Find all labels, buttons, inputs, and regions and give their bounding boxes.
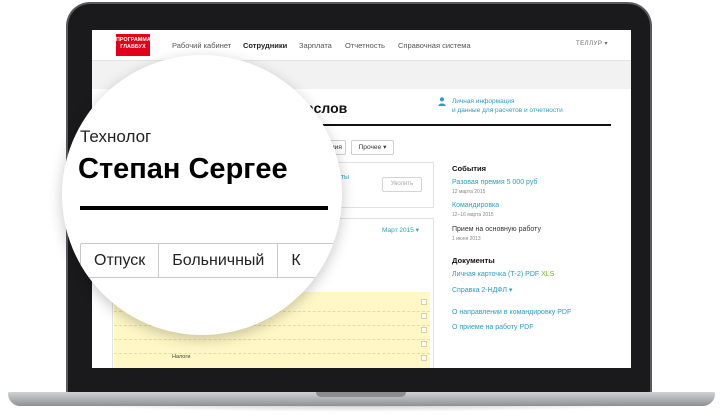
event-date: 12–16 марта 2015 [452,212,494,218]
personal-info-line-2: и данные для расчетов и отчетности [452,106,563,114]
row-checkbox[interactable] [421,313,427,319]
logo-line-1: ПРОГРАММА [116,37,151,43]
nav-item-dashboard[interactable]: Рабочий кабинет [172,41,231,50]
dismiss-button[interactable]: Уволить [382,177,422,192]
chevron-down-icon: ▾ [415,227,419,234]
nav-item-reports[interactable]: Отчетность [345,41,385,50]
logo-line-2: ГЛАВБУХ [120,44,146,50]
month-selector[interactable]: Март 2015 ▾ [382,226,419,234]
company-selector[interactable]: ТЕЛЛУР ▾ [576,40,608,47]
business-trip-button[interactable]: К [278,244,340,277]
events-heading: События [452,164,487,173]
chevron-down-icon: ▾ [383,144,387,151]
documents-heading: Документы [452,256,495,265]
personal-info-link[interactable]: Личная информация и данные для расчетов … [452,98,563,115]
nav-item-help-system[interactable]: Справочная система [398,41,471,50]
event-date: 12 марта 2015 [452,189,486,195]
personal-card-document[interactable]: Личная карточка (Т-2) PDF XLS [452,271,554,278]
trip-order-link[interactable]: О направлении в командировку PDF [452,309,571,316]
employee-name: Степан Сергее [78,153,288,185]
absence-actions: Отпуск Больничный К [80,243,342,278]
nav-item-employees[interactable]: Сотрудники [243,41,287,50]
event-business-trip-link[interactable]: Командировка [452,202,499,209]
personal-info-line-1: Личная информация [452,98,515,105]
row-checkbox[interactable] [421,327,427,333]
employee-role: Технолог [80,127,152,146]
row-checkbox[interactable] [421,355,427,361]
top-navbar: ПРОГРАММА ГЛАВБУХ Рабочий кабинет Сотруд… [92,30,631,61]
ndfl-document-dropdown[interactable]: Справка 2-НДФЛ ▾ [452,286,512,294]
nav-item-salary[interactable]: Зарплата [299,41,332,50]
event-premium-link[interactable]: Разовая премия 5 000 руб [452,179,537,186]
timesheet-row [114,353,430,354]
ndfl-document-label: Справка 2-НДФЛ [452,287,507,294]
taxes-label: Налоги [172,354,191,360]
chevron-down-icon: ▾ [604,41,609,47]
month-label: Март 2015 [382,227,414,234]
timesheet-row [114,339,430,340]
brand-logo[interactable]: ПРОГРАММА ГЛАВБУХ [116,34,151,56]
row-checkbox[interactable] [421,299,427,305]
person-icon [438,97,446,108]
personal-card-pdf-link[interactable]: Личная карточка (Т-2) PDF [452,271,539,278]
chevron-down-icon: ▾ [508,287,513,294]
sick-leave-button[interactable]: Больничный [159,244,279,277]
hire-order-link[interactable]: О приеме на работу PDF [452,324,534,331]
company-name: ТЕЛЛУР [576,41,603,47]
personal-card-xls-link[interactable]: XLS [541,271,554,278]
other-actions-label: Прочее [358,144,382,151]
magnifier-callout: Технолог Степан Сергее Отпуск Больничный… [62,55,342,335]
vacation-button[interactable]: Отпуск [81,244,160,277]
name-underline [80,206,328,210]
row-checkbox[interactable] [421,341,427,347]
other-actions-button[interactable]: Прочее ▾ [351,140,394,155]
laptop-notch [316,392,406,397]
event-hire-text: Прием на основную работу [452,226,541,233]
event-date: 1 июня 2013 [452,236,481,242]
